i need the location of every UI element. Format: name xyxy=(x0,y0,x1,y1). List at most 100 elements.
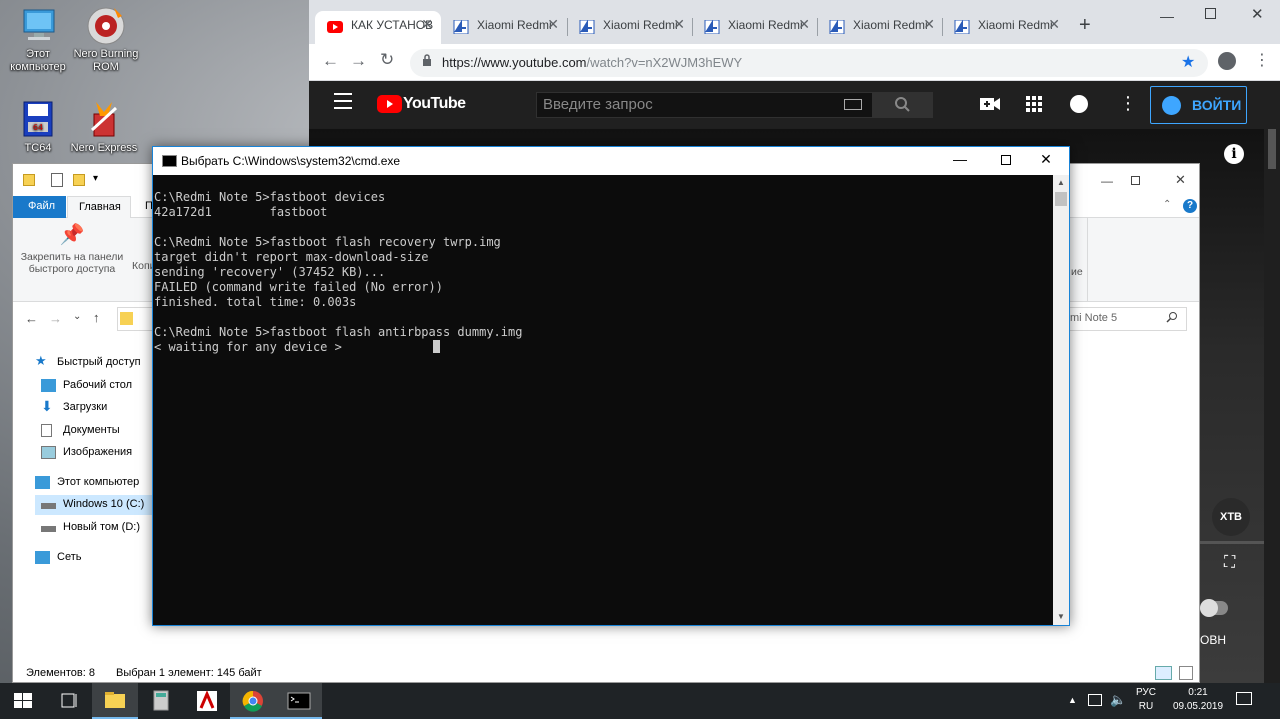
desktop-icon-nero-burning-rom[interactable]: Nero Burning ROM xyxy=(68,6,144,74)
taskbar-chrome[interactable] xyxy=(230,683,276,719)
youtube-logo-text[interactable]: YouTube xyxy=(403,95,466,113)
tab-file[interactable]: Файл xyxy=(13,196,66,218)
forward-icon[interactable]: → xyxy=(49,311,62,326)
youtube-search-input[interactable]: Введите запрос xyxy=(536,92,873,118)
video-progress-bar[interactable] xyxy=(1200,541,1264,544)
cmd-minimize-icon[interactable]: — xyxy=(937,147,983,175)
tray-overflow-icon[interactable]: ▲ xyxy=(1068,695,1077,705)
tab-close-icon[interactable]: ✕ xyxy=(421,16,433,33)
taskbar-calculator[interactable] xyxy=(138,683,184,719)
taskbar-cmd[interactable] xyxy=(276,683,322,719)
cmd-close-icon[interactable]: ✕ xyxy=(1023,147,1069,175)
keyboard-icon[interactable] xyxy=(844,99,862,110)
explorer-minimize-icon[interactable]: — xyxy=(1101,174,1113,188)
quick-access-dropdown-icon[interactable]: ▾ xyxy=(93,173,98,184)
tab-xiaomi-5[interactable]: Xiaomi Redmi ✕ xyxy=(942,11,1068,44)
sidebar-item-label: Документы xyxy=(63,424,120,436)
address-field[interactable] xyxy=(117,307,153,331)
forward-icon[interactable]: → xyxy=(350,51,367,71)
page-scrollbar[interactable] xyxy=(1264,129,1280,683)
chrome-menu-icon[interactable]: ⋮ xyxy=(1254,50,1270,70)
desktop-icon-this-pc[interactable]: Этот компьютер xyxy=(0,6,76,74)
sidebar-item-documents[interactable]: Документы xyxy=(35,421,153,441)
scroll-thumb[interactable] xyxy=(1055,192,1067,206)
desktop-icon-tc64[interactable]: 64 TC64 xyxy=(0,100,76,155)
cmd-titlebar[interactable]: Выбрать C:\Windows\system32\cmd.exe — ✕ xyxy=(153,147,1069,175)
tab-close-icon[interactable]: ✕ xyxy=(798,16,810,33)
youtube-logo-icon[interactable] xyxy=(377,95,402,113)
youtube-signin-button[interactable]: ВОЙТИ xyxy=(1150,86,1247,124)
sidebar-item-quick-access[interactable]: ★ Быстрый доступ xyxy=(29,353,147,373)
sidebar-item-desktop[interactable]: Рабочий стол xyxy=(35,376,153,396)
url-path: /watch?v=nX2WJM3hEWY xyxy=(586,55,743,70)
account-icon xyxy=(1162,96,1181,115)
ribbon-collapse-icon[interactable]: ⌃ xyxy=(1163,199,1171,210)
scroll-down-icon[interactable]: ▼ xyxy=(1057,612,1065,621)
tab-xiaomi-3[interactable]: Xiaomi Redmi ✕ xyxy=(692,11,818,44)
scroll-up-icon[interactable]: ▲ xyxy=(1057,178,1065,187)
help-icon[interactable]: ? xyxy=(1183,199,1197,213)
tab-xiaomi-1[interactable]: Xiaomi Redmi ✕ xyxy=(441,11,567,44)
hamburger-menu-icon[interactable] xyxy=(334,93,352,109)
url-input[interactable]: https://www.youtube.com/watch?v=nX2WJM3h… xyxy=(410,49,1208,77)
volume-icon[interactable]: 🔈 xyxy=(1110,692,1126,708)
taskbar-acrobat[interactable] xyxy=(184,683,230,719)
nero-burning-rom-icon xyxy=(84,6,128,46)
cmd-console[interactable]: C:\Redmi Note 5>fastboot devices 42a172d1… xyxy=(153,175,1053,625)
info-icon[interactable]: i xyxy=(1224,144,1244,164)
reload-icon[interactable]: ↻ xyxy=(380,50,394,70)
create-video-icon[interactable] xyxy=(980,96,1000,115)
sidebar-item-drive-c[interactable]: Windows 10 (C:) xyxy=(35,495,153,515)
network-tray-icon[interactable] xyxy=(1088,694,1102,706)
close-icon[interactable]: ✕ xyxy=(1251,5,1264,23)
sidebar-item-pictures[interactable]: Изображения xyxy=(35,443,153,463)
messages-icon[interactable] xyxy=(1070,95,1088,113)
sidebar-item-drive-d[interactable]: Новый том (D:) xyxy=(35,518,153,538)
back-icon[interactable]: ← xyxy=(322,51,339,71)
desktop-icon-label: Nero Express xyxy=(70,142,138,154)
tab-close-icon[interactable]: ✕ xyxy=(923,16,935,33)
back-icon[interactable]: ← xyxy=(25,311,38,326)
tab-xiaomi-4[interactable]: Xiaomi Redmi ✕ xyxy=(817,11,943,44)
new-tab-button[interactable]: + xyxy=(1079,14,1091,37)
apps-grid-icon[interactable] xyxy=(1026,96,1042,115)
tab-close-icon[interactable]: ✕ xyxy=(547,16,559,33)
explorer-maximize-icon[interactable] xyxy=(1131,176,1140,185)
up-icon[interactable]: ↑ xyxy=(93,310,100,325)
maximize-icon[interactable] xyxy=(1205,8,1216,19)
profile-icon[interactable] xyxy=(1218,52,1236,70)
autoplay-toggle[interactable] xyxy=(1200,599,1228,617)
tab-close-icon[interactable]: ✕ xyxy=(1048,16,1060,33)
sidebar-item-this-pc[interactable]: Этот компьютер xyxy=(29,473,147,493)
fullscreen-icon[interactable]: ⛶ xyxy=(1224,554,1235,572)
desktop-icon-nero-express[interactable]: Nero Express xyxy=(66,100,142,155)
tab-youtube[interactable]: КАК УСТАНОВ ✕ xyxy=(315,11,441,44)
tab-home[interactable]: Главная xyxy=(67,196,131,219)
taskbar-explorer[interactable] xyxy=(92,683,138,719)
notifications-icon[interactable] xyxy=(1236,692,1252,705)
4pda-favicon-icon xyxy=(829,19,845,35)
task-view-button[interactable] xyxy=(46,683,92,719)
sidebar-item-network[interactable]: Сеть xyxy=(29,548,147,568)
tab-close-icon[interactable]: ✕ xyxy=(673,16,685,33)
cmd-scrollbar[interactable]: ▲ ▼ xyxy=(1053,175,1069,625)
large-icons-view-icon[interactable] xyxy=(1179,666,1193,680)
minimize-icon[interactable]: — xyxy=(1160,8,1174,24)
explorer-close-icon[interactable]: ✕ xyxy=(1175,172,1186,188)
start-button[interactable] xyxy=(0,683,46,719)
new-folder-icon[interactable] xyxy=(73,174,85,186)
recent-dropdown-icon[interactable]: ⌄ xyxy=(73,311,81,322)
tab-xiaomi-2[interactable]: Xiaomi Redmi ✕ xyxy=(567,11,693,44)
pin-quick-access-button[interactable]: 📌 Закрепить на панели быстрого доступа xyxy=(17,222,127,288)
details-view-icon[interactable] xyxy=(1155,666,1172,680)
channel-watermark[interactable]: XTB xyxy=(1212,498,1250,536)
settings-more-icon[interactable]: ⋮ xyxy=(1119,93,1137,114)
properties-icon[interactable] xyxy=(51,173,63,187)
youtube-search-button[interactable] xyxy=(872,92,933,118)
sidebar-item-downloads[interactable]: ⬇ Загрузки xyxy=(35,398,153,418)
clock[interactable]: 0:21 09.05.2019 xyxy=(1168,687,1228,712)
bookmark-star-icon[interactable]: ★ xyxy=(1181,52,1195,72)
search-field[interactable]: mi Note 5 xyxy=(1056,307,1187,331)
language-indicator[interactable]: РУС RU xyxy=(1130,687,1162,712)
